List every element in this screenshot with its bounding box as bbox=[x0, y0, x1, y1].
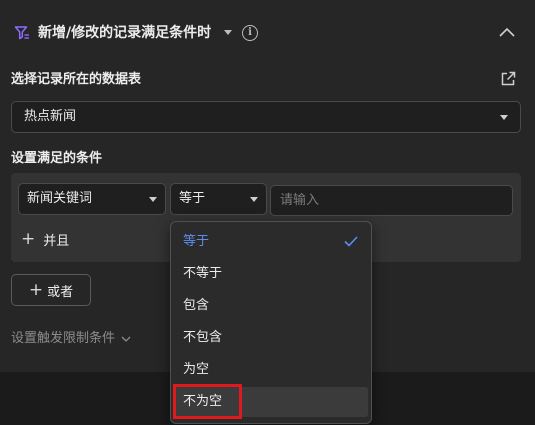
check-icon bbox=[344, 236, 358, 247]
field-select-value: 新闻关键词 bbox=[27, 191, 93, 206]
operator-option-contains[interactable]: 包含 bbox=[175, 291, 368, 321]
trigger-limit-label: 设置触发限制条件 bbox=[11, 331, 116, 346]
highlight-annotation-box bbox=[173, 384, 242, 419]
field-select[interactable]: 新闻关键词 bbox=[18, 183, 166, 215]
caret-down-icon bbox=[250, 197, 258, 202]
condition-section-label: 设置满足的条件 bbox=[11, 151, 103, 166]
operator-option-not-contains[interactable]: 不包含 bbox=[175, 323, 368, 353]
plus-icon: + bbox=[21, 229, 36, 249]
operator-option-equals[interactable]: 等于 bbox=[175, 227, 368, 257]
operator-select-value: 等于 bbox=[179, 191, 206, 206]
trigger-title: 新增/修改的记录满足条件时 bbox=[38, 25, 212, 41]
plus-icon: + bbox=[28, 280, 44, 300]
operator-option-not-equals[interactable]: 不等于 bbox=[175, 259, 368, 289]
operator-option-is-empty[interactable]: 为空 bbox=[175, 355, 368, 385]
chevron-up-icon[interactable] bbox=[498, 26, 516, 38]
filter-icon bbox=[14, 26, 29, 40]
chevron-down-icon bbox=[121, 336, 131, 342]
operator-select[interactable]: 等于 bbox=[170, 183, 267, 215]
table-section-label: 选择记录所在的数据表 bbox=[11, 72, 142, 87]
trigger-limit-toggle[interactable]: 设置触发限制条件 bbox=[11, 331, 131, 347]
table-select[interactable]: 热点新闻 bbox=[11, 101, 521, 133]
caret-down-icon bbox=[149, 197, 157, 202]
open-external-icon[interactable] bbox=[500, 71, 516, 87]
add-and-condition-button[interactable]: + 并且 bbox=[21, 229, 69, 249]
add-or-condition-button[interactable]: + 或者 bbox=[11, 274, 91, 306]
trigger-dropdown-caret-icon[interactable] bbox=[224, 30, 232, 35]
table-select-value: 热点新闻 bbox=[24, 109, 77, 124]
and-label: 并且 bbox=[43, 233, 70, 249]
or-label: 或者 bbox=[47, 284, 74, 300]
condition-value-input[interactable] bbox=[270, 185, 513, 216]
info-icon[interactable]: i bbox=[242, 25, 258, 41]
caret-down-icon bbox=[500, 115, 508, 120]
